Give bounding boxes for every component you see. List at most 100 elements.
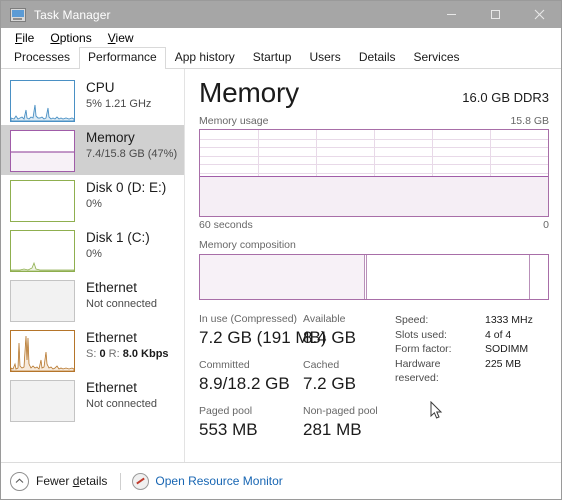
tab-details[interactable]: Details [350, 47, 405, 68]
task-manager-window: Task Manager File Options View Processes… [0, 0, 562, 500]
memory-usage-time-start: 60 seconds [199, 219, 253, 231]
menu-view-rest: iew [115, 31, 134, 45]
sidebar-item-ethernet-1[interactable]: Ethernet Not connected [1, 275, 184, 325]
stat-non-paged-pool-label: Non-paged pool [303, 405, 378, 417]
memory-usage-max: 15.8 GB [510, 115, 549, 127]
ethernet-2-receive-label: R: [105, 348, 123, 360]
sidebar-item-ethernet-2[interactable]: Ethernet S: 0 R: 8.0 Kbps [1, 325, 184, 375]
stat-non-paged-pool: Non-paged pool 281 MB [303, 404, 378, 441]
ethernet-1-graph [10, 280, 75, 322]
resource-list: CPU 5% 1.21 GHz Memory 7.4/15.8 GB (47%) [1, 69, 185, 462]
memory-composition-chart[interactable] [199, 254, 549, 300]
memory-composition-label: Memory composition [199, 239, 296, 251]
ethernet-3-subtitle: Not connected [86, 398, 157, 410]
menu-options[interactable]: Options [42, 30, 99, 46]
cpu-sparkline-graph [10, 80, 75, 122]
stat-cached-value: 7.2 GB [303, 374, 356, 393]
window-controls [429, 1, 561, 28]
fewer-details-button[interactable]: Fewer details [10, 471, 108, 491]
tab-services[interactable]: Services [405, 47, 469, 68]
ethernet-1-subtitle: Not connected [86, 298, 157, 310]
sidebar-item-memory[interactable]: Memory 7.4/15.8 GB (47%) [1, 125, 184, 175]
open-resource-monitor-link[interactable]: Open Resource Monitor [132, 472, 283, 490]
sidebar-item-disk-0[interactable]: Disk 0 (D: E:) 0% [1, 175, 184, 225]
spec-hardware-reserved: Hardware reserved: 225 MB [395, 357, 549, 386]
composition-segment-in-use [200, 255, 364, 299]
menu-file[interactable]: File [7, 30, 42, 46]
composition-divider-free [528, 255, 530, 299]
ethernet-2-labels: Ethernet S: 0 R: 8.0 Kbps [86, 329, 169, 362]
memory-total-spec: 16.0 GB DDR3 [462, 90, 549, 105]
stat-in-use-value: 7.2 GB (191 MB) [199, 328, 327, 347]
fewer-details-text-2: etails [79, 474, 108, 488]
stat-row: Paged pool 553 MB Non-paged pool 281 MB [199, 404, 395, 441]
status-bar-separator [120, 472, 122, 490]
stat-row: In use (Compressed) 7.2 GB (191 MB) Avai… [199, 312, 395, 349]
ethernet-2-receive-value: 8.0 Kbps [122, 348, 169, 360]
menu-bar: File Options View [1, 28, 561, 48]
tab-app-history[interactable]: App history [166, 47, 244, 68]
stat-row: Committed 8.9/18.2 GB Cached 7.2 GB [199, 358, 395, 395]
stat-in-use: In use (Compressed) 7.2 GB (191 MB) [199, 312, 327, 349]
spec-slots-used-key: Slots used: [395, 328, 447, 341]
ethernet-2-title: Ethernet [86, 330, 138, 345]
chevron-up-icon [10, 471, 29, 491]
stat-cached: Cached 7.2 GB [303, 358, 356, 395]
menu-file-rest: ile [22, 31, 35, 45]
sidebar-item-disk-1[interactable]: Disk 1 (C:) 0% [1, 225, 184, 275]
disk-1-labels: Disk 1 (C:) 0% [86, 229, 150, 262]
stat-non-paged-pool-value: 281 MB [303, 420, 362, 439]
stat-cached-label: Cached [303, 359, 340, 371]
grid-line-h [200, 173, 548, 174]
composition-divider-modified [363, 255, 365, 299]
ethernet-3-graph [10, 380, 75, 422]
title-bar: Task Manager [1, 1, 561, 28]
sidebar-item-cpu[interactable]: CPU 5% 1.21 GHz [1, 75, 184, 125]
tab-startup[interactable]: Startup [244, 47, 301, 68]
memory-usage-label: Memory usage [199, 115, 269, 127]
grid-line-h [200, 164, 548, 166]
ethernet-2-send-label: S: [86, 348, 100, 360]
memory-usage-chart [199, 129, 549, 217]
ethernet-1-labels: Ethernet Not connected [86, 279, 157, 312]
window-title: Task Manager [34, 7, 111, 22]
stat-paged-pool: Paged pool 553 MB [199, 404, 303, 441]
disk-1-title: Disk 1 (C:) [86, 230, 150, 245]
disk-0-subtitle: 0% [86, 198, 102, 210]
disk-0-title: Disk 0 (D: E:) [86, 180, 167, 195]
memory-stats: In use (Compressed) 7.2 GB (191 MB) Avai… [199, 312, 549, 450]
sidebar-item-ethernet-3[interactable]: Ethernet Not connected [1, 375, 184, 425]
disk-0-labels: Disk 0 (D: E:) 0% [86, 179, 166, 212]
menu-view[interactable]: View [100, 30, 142, 46]
maximize-button[interactable] [473, 1, 517, 28]
task-manager-icon [10, 7, 26, 22]
stat-paged-pool-value: 553 MB [199, 420, 258, 439]
cpu-subtitle: 5% 1.21 GHz [86, 98, 152, 110]
grid-line-h [200, 147, 548, 149]
ethernet-3-labels: Ethernet Not connected [86, 379, 157, 412]
minimize-button[interactable] [429, 1, 473, 28]
menu-options-rest: ptions [59, 31, 92, 45]
memory-usage-area [200, 175, 548, 216]
open-resource-monitor-label: Open Resource Monitor [155, 474, 283, 488]
stat-committed-label: Committed [199, 359, 250, 371]
stat-available-value: 8.4 GB [303, 328, 356, 347]
spec-slots-used: Slots used: 4 of 4 [395, 328, 549, 343]
tab-performance[interactable]: Performance [79, 47, 166, 69]
tab-processes[interactable]: Processes [5, 47, 79, 68]
ethernet-1-title: Ethernet [86, 280, 138, 295]
memory-usage-time-end: 0 [543, 219, 549, 231]
close-button[interactable] [517, 1, 561, 28]
composition-divider-standby [366, 255, 368, 299]
ethernet-3-title: Ethernet [86, 380, 138, 395]
cpu-labels: CPU 5% 1.21 GHz [86, 79, 151, 112]
cpu-title: CPU [86, 80, 115, 95]
memory-header: Memory 16.0 GB DDR3 [199, 77, 549, 111]
tab-users[interactable]: Users [300, 47, 349, 68]
spec-hardware-reserved-value: 225 MB [485, 357, 522, 370]
spec-form-factor-key: Form factor: [395, 343, 452, 355]
resource-monitor-icon [132, 472, 150, 490]
memory-stats-left: In use (Compressed) 7.2 GB (191 MB) Avai… [199, 312, 395, 450]
stat-available: Available 8.4 GB [303, 312, 356, 349]
memory-area-graph [10, 130, 75, 172]
